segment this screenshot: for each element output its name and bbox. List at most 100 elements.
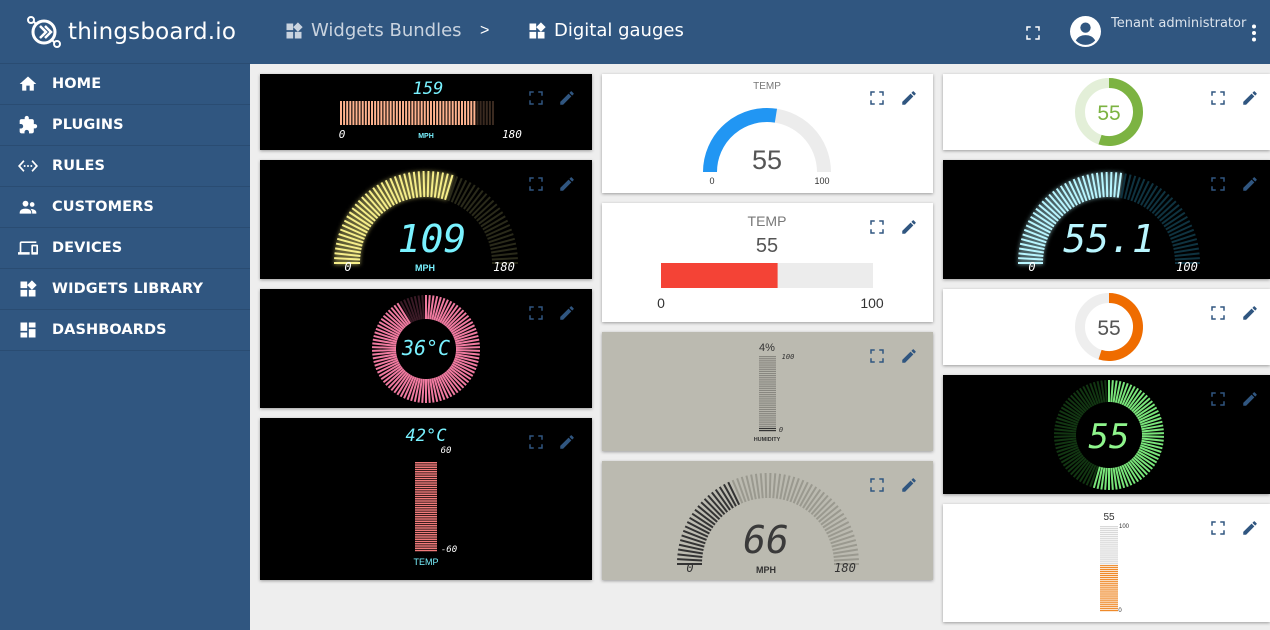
gauge-min-label: 0: [686, 561, 693, 575]
gauge-tick: [421, 295, 425, 320]
gauge-tick: [457, 101, 460, 125]
gauge-tick: [759, 402, 776, 404]
sidebar-item-customers[interactable]: CUSTOMERS: [0, 187, 250, 228]
gauge-tick: [408, 101, 411, 125]
gauge-tick: [395, 101, 398, 125]
sidebar-item-rules[interactable]: RULES: [0, 146, 250, 187]
gauge-tick: [415, 502, 437, 504]
widget-donut-green-glow[interactable]: 55: [943, 375, 1270, 494]
fullscreen-icon[interactable]: [527, 304, 545, 322]
edit-icon[interactable]: [900, 89, 918, 107]
sidebar-item-devices[interactable]: DEVICES: [0, 228, 250, 269]
gauge-tick: [415, 543, 437, 545]
sidebar-item-widgets-library[interactable]: WIDGETS LIBRARY: [0, 269, 250, 310]
sidebar-item-dashboards[interactable]: DASHBOARDS: [0, 310, 250, 351]
gauge-tick: [415, 534, 437, 536]
fullscreen-icon[interactable]: [1209, 304, 1227, 322]
gauge-tick: [436, 101, 439, 125]
edit-icon[interactable]: [900, 476, 918, 494]
gauge-min-label: 0: [1118, 608, 1122, 614]
gauge-tick: [1053, 432, 1077, 435]
gauge-tick: [759, 400, 776, 402]
gauge-tick: [833, 553, 859, 558]
fullscreen-icon[interactable]: [1209, 175, 1227, 193]
edit-icon[interactable]: [558, 304, 576, 322]
gauge-canvas: 159 0 180 MPH: [339, 79, 523, 141]
gauge-tick: [759, 408, 776, 411]
fullscreen-icon[interactable]: [868, 89, 886, 107]
gauge-tick: [759, 379, 776, 381]
fullscreen-icon[interactable]: [527, 433, 545, 451]
widget-vertical-bar-orange[interactable]: 55 100 0: [943, 504, 1270, 622]
widget-gauge-temp-blue[interactable]: TEMP 55 0 100: [602, 74, 933, 193]
gauge-max-label: 100: [814, 176, 829, 186]
fullscreen-icon[interactable]: [1209, 89, 1227, 107]
fullscreen-icon[interactable]: [868, 476, 886, 494]
gauge-tick: [1100, 545, 1118, 547]
edit-icon[interactable]: [558, 175, 576, 193]
gauge-tick: [415, 477, 437, 480]
widget-progress-temp-red[interactable]: TEMP 55 0 100: [602, 203, 933, 322]
breadcrumb-label: Widgets Bundles: [311, 20, 462, 41]
gauge-tick: [759, 415, 776, 417]
gauge-min-label: 0: [709, 176, 714, 186]
gauge-tick: [415, 511, 437, 513]
edit-icon[interactable]: [1241, 390, 1259, 408]
gauge-tick: [415, 536, 437, 538]
edit-icon[interactable]: [1241, 89, 1259, 107]
gauge-tick: [473, 101, 476, 125]
fullscreen-icon[interactable]: [1209, 390, 1227, 408]
widget-donut-orange[interactable]: 55: [943, 289, 1270, 365]
fullscreen-icon[interactable]: [1209, 519, 1227, 537]
gauge-title: TEMP: [748, 213, 787, 229]
fullscreen-icon[interactable]: [868, 347, 886, 365]
widget-arc-gauge-cyan[interactable]: 55.1 0 100: [943, 160, 1270, 279]
logo[interactable]: thingsboard.io: [0, 0, 250, 64]
fullscreen-icon[interactable]: [1024, 24, 1042, 42]
widget-arc-gauge-grey-mph[interactable]: 66 MPH 0 180: [602, 461, 933, 580]
fullscreen-icon[interactable]: [527, 89, 545, 107]
edit-icon[interactable]: [1241, 519, 1259, 537]
fullscreen-icon[interactable]: [527, 175, 545, 193]
widget-donut-temperature[interactable]: 36°C: [260, 289, 592, 408]
breadcrumb-widgets-bundles[interactable]: Widgets Bundles: [284, 20, 462, 41]
gauge-tick: [411, 101, 414, 125]
gauge-tick: [759, 423, 776, 425]
gauge-tick: [433, 171, 440, 198]
gauge-tick: [415, 540, 437, 543]
edit-icon[interactable]: [900, 347, 918, 365]
fullscreen-icon[interactable]: [868, 218, 886, 236]
gauge-unit-label: MPH: [418, 133, 434, 140]
more-vert-icon[interactable]: [1251, 24, 1257, 42]
sidebar-item-label: HOME: [52, 76, 102, 92]
widget-vertical-bar-temperature[interactable]: 42°C 60 -60 TEMP: [260, 418, 592, 580]
edit-icon[interactable]: [1241, 175, 1259, 193]
gauge-bar-fill: [415, 462, 437, 552]
gauge-label: HUMIDITY: [754, 437, 781, 443]
widget-vertical-humidity[interactable]: 4% 100 0 HUMIDITY: [602, 332, 933, 451]
gauge-tick: [759, 358, 776, 360]
gauge-min-label: 0: [779, 426, 783, 434]
sidebar: thingsboard.io HOME PLUGINS RULES CUSTOM…: [0, 0, 250, 630]
edit-icon[interactable]: [900, 218, 918, 236]
gauge-tick: [415, 495, 437, 498]
gauge-tick: [1100, 576, 1118, 578]
gauge-tick: [759, 413, 776, 415]
account-circle-icon[interactable]: [1070, 16, 1101, 47]
gauge-tick: [340, 101, 342, 125]
gauge-tick: [402, 101, 405, 125]
edit-icon[interactable]: [558, 433, 576, 451]
gauge-tick: [759, 410, 776, 413]
gauge-tick: [415, 482, 437, 484]
gauge-tick: [420, 101, 423, 125]
gauge-tick: [759, 383, 776, 385]
edit-icon[interactable]: [1241, 304, 1259, 322]
gauge-tick: [1100, 531, 1118, 534]
sidebar-item-home[interactable]: HOME: [0, 64, 250, 105]
edit-icon[interactable]: [558, 89, 576, 107]
widget-arc-gauge-mph[interactable]: 109 MPH 0 180: [260, 160, 592, 279]
widget-donut-green[interactable]: 55: [943, 74, 1270, 150]
sidebar-item-plugins[interactable]: PLUGINS: [0, 105, 250, 146]
widget-horizontal-bar-mph[interactable]: 159 0 180 MPH: [260, 74, 592, 150]
gauge-tick: [759, 419, 776, 421]
